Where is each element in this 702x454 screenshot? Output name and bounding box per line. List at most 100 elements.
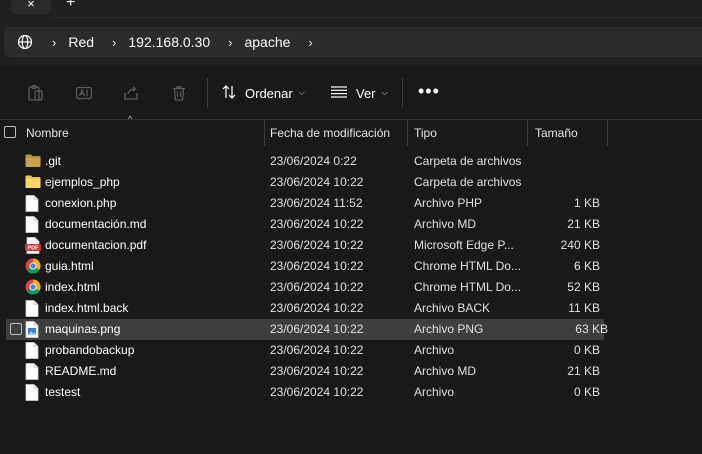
address-bar: › Red › 192.168.0.30 › apache › bbox=[0, 18, 702, 66]
share-icon[interactable] bbox=[121, 83, 141, 103]
image-file-icon bbox=[25, 321, 41, 338]
rename-icon[interactable] bbox=[74, 83, 94, 103]
column-header-type[interactable]: Tipo bbox=[414, 120, 437, 146]
file-list: .git 23/06/2024 0:22 Carpeta de archivos ej… bbox=[0, 151, 702, 403]
chevron-right-icon: › bbox=[52, 34, 57, 50]
file-name: maquinas.png bbox=[45, 322, 121, 336]
close-icon: × bbox=[27, 0, 35, 11]
file-icon bbox=[25, 363, 41, 380]
file-row[interactable]: .git 23/06/2024 0:22 Carpeta de archivos bbox=[0, 151, 702, 172]
chevron-down-icon: ⌵ bbox=[298, 88, 305, 97]
file-date: 23/06/2024 10:22 bbox=[270, 280, 364, 294]
sort-arrow-icon: ^ bbox=[128, 114, 133, 124]
view-button[interactable]: Ver ⌵ bbox=[330, 83, 388, 103]
breadcrumb-item-apache[interactable]: apache bbox=[244, 34, 290, 50]
view-icon bbox=[330, 85, 348, 102]
file-row[interactable]: maquinas.png 23/06/2024 10:22 Archivo PNG 6… bbox=[6, 319, 608, 340]
file-type: Chrome HTML Do... bbox=[414, 280, 521, 294]
file-date: 23/06/2024 10:22 bbox=[270, 175, 364, 189]
breadcrumb-item-host[interactable]: 192.168.0.30 bbox=[128, 34, 210, 50]
column-divider[interactable] bbox=[407, 120, 408, 146]
file-size: 11 KB bbox=[568, 301, 600, 315]
new-tab-button[interactable]: + bbox=[66, 0, 76, 11]
file-type: Archivo MD bbox=[414, 364, 477, 378]
svg-text:PDF: PDF bbox=[28, 246, 40, 252]
file-date: 23/06/2024 10:22 bbox=[270, 364, 364, 378]
file-date: 23/06/2024 10:22 bbox=[270, 301, 364, 315]
file-type: Archivo MD bbox=[414, 217, 477, 231]
chevron-right-icon[interactable]: › bbox=[228, 35, 232, 50]
chevron-right-icon[interactable]: › bbox=[308, 35, 312, 50]
file-name: testest bbox=[45, 385, 81, 399]
file-row[interactable]: conexion.php 23/06/2024 11:52 Archivo PHP 1… bbox=[0, 193, 702, 214]
file-row[interactable]: index.html.back 23/06/2024 10:22 Archivo B… bbox=[0, 298, 702, 319]
file-row[interactable]: documentación.md 23/06/2024 10:22 Archivo … bbox=[0, 214, 702, 235]
file-date: 23/06/2024 11:52 bbox=[270, 196, 363, 210]
chevron-right-icon[interactable]: › bbox=[112, 35, 116, 50]
folder-icon bbox=[25, 174, 41, 191]
file-size: 0 KB bbox=[573, 343, 600, 357]
file-name: documentacion.pdf bbox=[45, 238, 147, 252]
view-label: Ver bbox=[356, 85, 376, 101]
column-header-size[interactable]: Tamaño bbox=[535, 120, 578, 146]
file-row[interactable]: ejemplos_php 23/06/2024 10:22 Carpeta de a… bbox=[0, 172, 702, 193]
sort-button[interactable]: Ordenar ⌵ bbox=[221, 83, 305, 103]
file-icon bbox=[25, 216, 41, 233]
pdf-icon: PDF bbox=[25, 237, 41, 254]
more-options-button[interactable]: ••• bbox=[418, 82, 440, 100]
tab-strip: × + bbox=[0, 0, 702, 18]
command-bar: Ordenar ⌵ Ver ⌵ ••• bbox=[0, 66, 702, 120]
chevron-down-icon: ⌵ bbox=[381, 88, 388, 97]
file-row[interactable]: probandobackup 23/06/2024 10:22 Archivo 0 K… bbox=[0, 340, 702, 361]
file-name: conexion.php bbox=[45, 196, 117, 210]
file-name: documentación.md bbox=[45, 217, 147, 231]
file-name: guia.html bbox=[45, 259, 94, 273]
file-date: 23/06/2024 10:22 bbox=[270, 322, 364, 336]
file-type: Chrome HTML Do... bbox=[414, 259, 521, 273]
column-divider[interactable] bbox=[527, 120, 528, 146]
close-tab-button[interactable]: × bbox=[11, 0, 51, 14]
chrome-icon bbox=[25, 279, 41, 296]
folder-dark-icon bbox=[25, 153, 41, 170]
breadcrumb-item-red[interactable]: Red bbox=[68, 34, 94, 50]
file-row[interactable]: PDF documentacion.pdf 23/06/2024 10:22 Micr… bbox=[0, 235, 702, 256]
select-all-checkbox[interactable] bbox=[4, 126, 16, 138]
column-divider[interactable] bbox=[264, 120, 265, 146]
file-size: 6 KB bbox=[573, 259, 600, 273]
file-row[interactable]: README.md 23/06/2024 10:22 Archivo MD 21 KB bbox=[0, 361, 702, 382]
file-row[interactable]: guia.html 23/06/2024 10:22 Chrome HTML Do.… bbox=[0, 256, 702, 277]
file-type: Archivo bbox=[414, 385, 455, 399]
file-icon bbox=[25, 195, 41, 212]
toolbar-divider bbox=[207, 78, 208, 108]
file-size: 21 KB bbox=[567, 217, 600, 231]
file-name: index.html bbox=[45, 280, 100, 294]
file-type: Archivo BACK bbox=[414, 301, 491, 315]
file-size: 63 KB bbox=[575, 322, 608, 336]
file-date: 23/06/2024 10:22 bbox=[270, 217, 364, 231]
clipboard-icon[interactable] bbox=[25, 83, 45, 103]
plus-icon: + bbox=[66, 0, 76, 11]
column-header-date[interactable]: Fecha de modificación bbox=[270, 120, 390, 146]
file-row[interactable]: index.html 23/06/2024 10:22 Chrome HTML Do… bbox=[0, 277, 702, 298]
file-type: Archivo PHP bbox=[414, 196, 483, 210]
trash-icon[interactable] bbox=[169, 83, 189, 103]
breadcrumb[interactable]: › Red › 192.168.0.30 › apache › bbox=[4, 27, 702, 57]
column-header-name[interactable]: Nombre bbox=[26, 120, 69, 146]
file-icon bbox=[25, 384, 41, 401]
file-date: 23/06/2024 10:22 bbox=[270, 343, 364, 357]
file-type: Archivo bbox=[414, 343, 455, 357]
file-name: README.md bbox=[45, 364, 117, 378]
chrome-icon bbox=[25, 258, 41, 275]
sort-icon bbox=[221, 84, 237, 103]
file-size: 52 KB bbox=[567, 280, 600, 294]
file-date: 23/06/2024 0:22 bbox=[270, 154, 357, 168]
file-name: ejemplos_php bbox=[45, 175, 120, 189]
file-date: 23/06/2024 10:22 bbox=[270, 238, 364, 252]
file-date: 23/06/2024 10:22 bbox=[270, 385, 364, 399]
file-date: 23/06/2024 10:22 bbox=[270, 259, 364, 273]
file-row[interactable]: testest 23/06/2024 10:22 Archivo 0 KB bbox=[0, 382, 702, 403]
file-size: 240 KB bbox=[560, 238, 600, 252]
column-divider[interactable] bbox=[607, 120, 608, 146]
file-name: index.html.back bbox=[45, 301, 129, 315]
row-checkbox[interactable] bbox=[10, 323, 22, 335]
